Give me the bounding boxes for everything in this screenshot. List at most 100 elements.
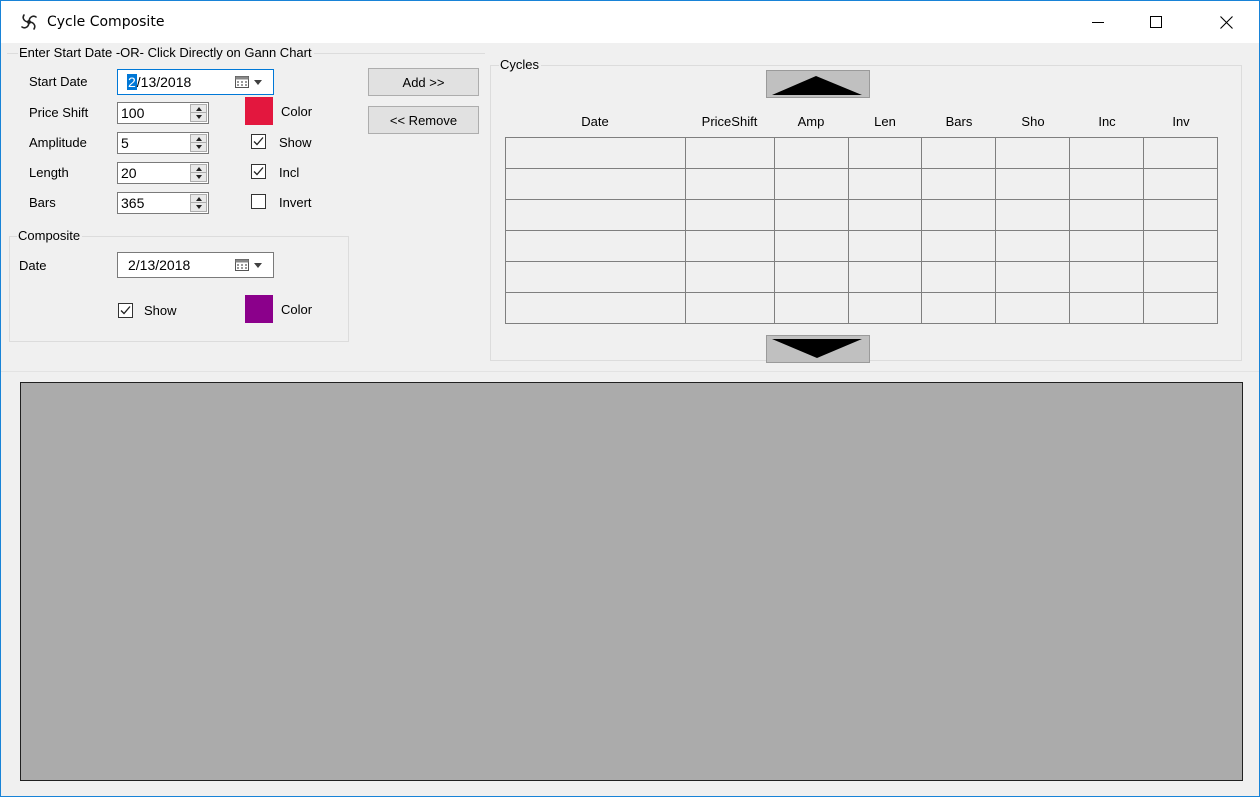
title-bar[interactable]: Cycle Composite xyxy=(1,1,1259,43)
composite-date-text: 2/13/2018 xyxy=(128,257,191,273)
table-cell[interactable] xyxy=(684,199,775,231)
table-cell[interactable] xyxy=(921,137,997,169)
table-cell[interactable] xyxy=(995,261,1071,293)
table-cell[interactable] xyxy=(505,199,686,231)
table-cell[interactable] xyxy=(1143,137,1218,169)
table-row[interactable] xyxy=(505,199,1218,231)
spin-down-icon[interactable] xyxy=(191,173,206,181)
column-header-sho[interactable]: Sho xyxy=(996,114,1070,129)
composite-show-checkbox[interactable] xyxy=(118,303,133,318)
table-cell[interactable] xyxy=(773,137,849,169)
column-header-amp[interactable]: Amp xyxy=(774,114,848,129)
close-button[interactable] xyxy=(1203,1,1249,43)
table-cell[interactable] xyxy=(1069,137,1145,169)
cycles-grid[interactable] xyxy=(505,137,1218,324)
table-cell[interactable] xyxy=(684,261,775,293)
table-cell[interactable] xyxy=(505,168,686,200)
invert-label: Invert xyxy=(279,195,312,210)
start-date-picker[interactable]: 2/13/2018 xyxy=(117,69,274,95)
table-cell[interactable] xyxy=(1143,230,1218,262)
table-cell[interactable] xyxy=(684,137,775,169)
table-cell[interactable] xyxy=(505,230,686,262)
table-cell[interactable] xyxy=(995,168,1071,200)
table-cell[interactable] xyxy=(847,230,923,262)
price-shift-value: 100 xyxy=(121,105,145,121)
column-header-bars[interactable]: Bars xyxy=(922,114,996,129)
table-cell[interactable] xyxy=(505,261,686,293)
scroll-up-button[interactable] xyxy=(766,70,870,98)
add-button[interactable]: Add >> xyxy=(368,68,479,96)
minimize-button[interactable] xyxy=(1075,1,1121,43)
scroll-up-icon xyxy=(772,76,862,95)
column-header-priceshift[interactable]: PriceShift xyxy=(685,114,774,129)
spin-up-icon[interactable] xyxy=(191,195,206,203)
table-cell[interactable] xyxy=(1143,168,1218,200)
table-cell[interactable] xyxy=(773,261,849,293)
table-cell[interactable] xyxy=(921,292,997,324)
remove-button[interactable]: << Remove xyxy=(368,106,479,134)
table-cell[interactable] xyxy=(505,292,686,324)
table-cell[interactable] xyxy=(773,199,849,231)
table-cell[interactable] xyxy=(1069,168,1145,200)
composite-color-swatch[interactable] xyxy=(245,295,273,323)
column-header-inc[interactable]: Inc xyxy=(1070,114,1144,129)
table-cell[interactable] xyxy=(684,292,775,324)
table-row[interactable] xyxy=(505,292,1218,324)
spin-up-icon[interactable] xyxy=(191,135,206,143)
table-cell[interactable] xyxy=(1143,292,1218,324)
length-spinner[interactable]: 20 xyxy=(117,162,209,184)
maximize-button[interactable] xyxy=(1133,1,1179,43)
spin-down-icon[interactable] xyxy=(191,143,206,151)
table-cell[interactable] xyxy=(1069,261,1145,293)
table-row[interactable] xyxy=(505,137,1218,169)
gann-chart-area[interactable] xyxy=(20,382,1243,781)
column-header-date[interactable]: Date xyxy=(505,114,685,129)
table-cell[interactable] xyxy=(921,168,997,200)
amplitude-spin-buttons[interactable] xyxy=(190,134,207,152)
spin-down-icon[interactable] xyxy=(191,113,206,121)
table-cell[interactable] xyxy=(1143,199,1218,231)
table-cell[interactable] xyxy=(1069,230,1145,262)
table-row[interactable] xyxy=(505,168,1218,200)
spin-down-icon[interactable] xyxy=(191,203,206,211)
spin-up-icon[interactable] xyxy=(191,105,206,113)
table-row[interactable] xyxy=(505,230,1218,262)
cycle-color-swatch[interactable] xyxy=(245,97,273,125)
composite-date-picker[interactable]: 2/13/2018 xyxy=(117,252,274,278)
table-cell[interactable] xyxy=(995,199,1071,231)
table-cell[interactable] xyxy=(847,137,923,169)
table-cell[interactable] xyxy=(1069,199,1145,231)
price-shift-spinner[interactable]: 100 xyxy=(117,102,209,124)
table-cell[interactable] xyxy=(1069,292,1145,324)
table-cell[interactable] xyxy=(505,137,686,169)
table-cell[interactable] xyxy=(847,199,923,231)
table-row[interactable] xyxy=(505,261,1218,293)
table-cell[interactable] xyxy=(921,230,997,262)
table-cell[interactable] xyxy=(1143,261,1218,293)
column-header-len[interactable]: Len xyxy=(848,114,922,129)
table-cell[interactable] xyxy=(847,168,923,200)
spin-up-icon[interactable] xyxy=(191,165,206,173)
table-cell[interactable] xyxy=(773,230,849,262)
bars-spinner[interactable]: 365 xyxy=(117,192,209,214)
bars-spin-buttons[interactable] xyxy=(190,194,207,212)
table-cell[interactable] xyxy=(995,292,1071,324)
scroll-down-button[interactable] xyxy=(766,335,870,363)
table-cell[interactable] xyxy=(773,168,849,200)
show-checkbox[interactable] xyxy=(251,134,266,149)
table-cell[interactable] xyxy=(773,292,849,324)
table-cell[interactable] xyxy=(847,261,923,293)
table-cell[interactable] xyxy=(921,261,997,293)
table-cell[interactable] xyxy=(921,199,997,231)
table-cell[interactable] xyxy=(684,168,775,200)
table-cell[interactable] xyxy=(847,292,923,324)
invert-checkbox[interactable] xyxy=(251,194,266,209)
table-cell[interactable] xyxy=(995,137,1071,169)
incl-checkbox[interactable] xyxy=(251,164,266,179)
amplitude-spinner[interactable]: 5 xyxy=(117,132,209,154)
table-cell[interactable] xyxy=(995,230,1071,262)
length-spin-buttons[interactable] xyxy=(190,164,207,182)
column-header-inv[interactable]: Inv xyxy=(1144,114,1218,129)
table-cell[interactable] xyxy=(684,230,775,262)
price-shift-spin-buttons[interactable] xyxy=(190,104,207,122)
